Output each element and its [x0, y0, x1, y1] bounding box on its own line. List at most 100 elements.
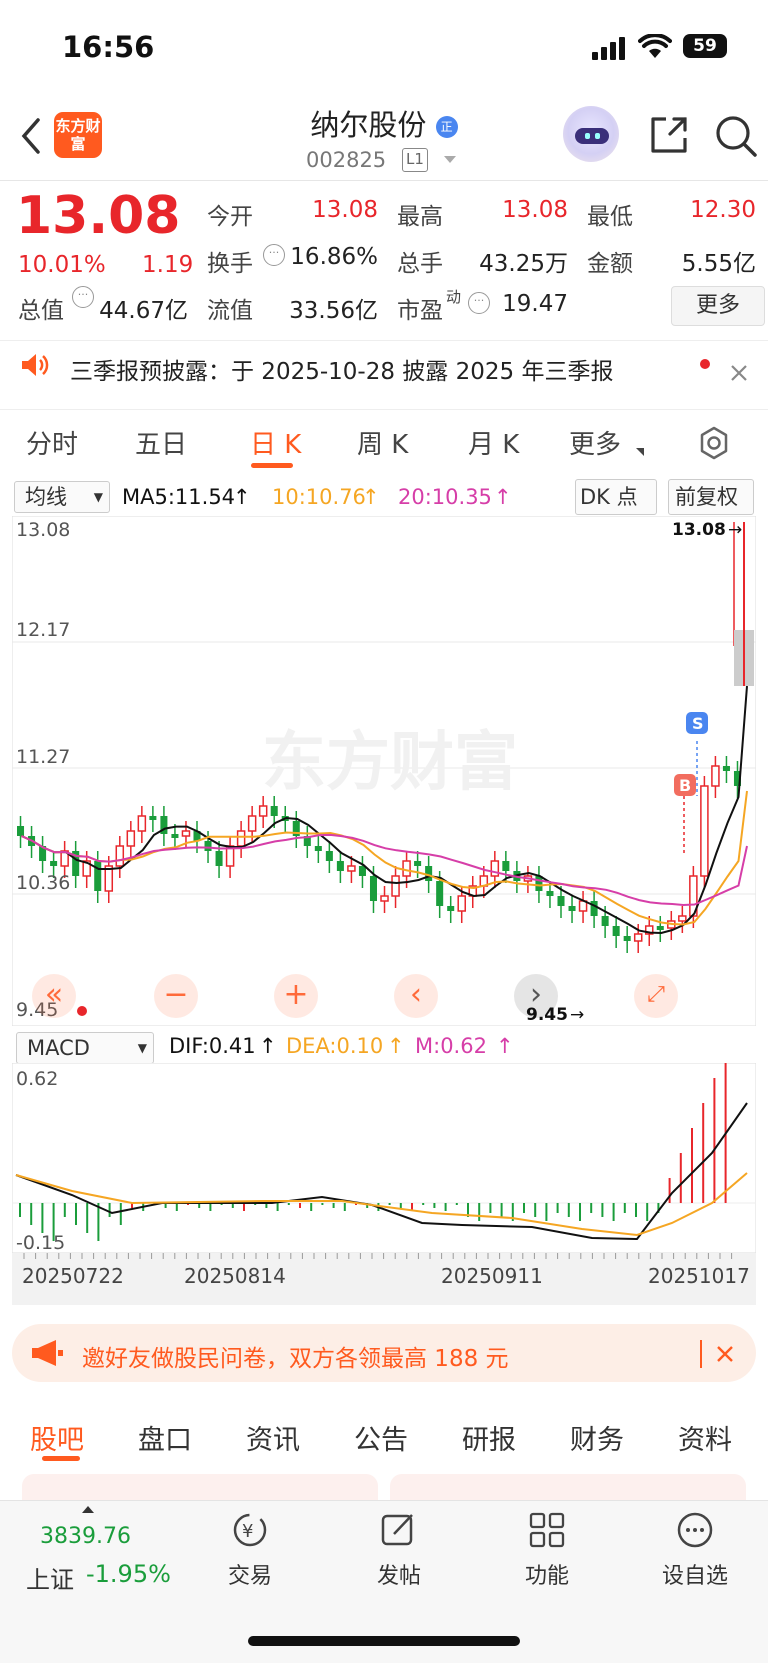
m-arrow-icon: ↑: [496, 1034, 514, 1058]
megaphone-icon: [32, 1340, 63, 1366]
m-legend: M:0.62: [415, 1034, 487, 1058]
nav-trade[interactable]: 交易: [195, 1558, 305, 1590]
card-peek-left: [22, 1474, 378, 1500]
zoom-out-button[interactable]: −: [154, 974, 198, 1018]
market-cap-label: 总值: [18, 298, 64, 324]
tab-news[interactable]: 资讯: [246, 1418, 300, 1457]
min-marker-arrow: →: [570, 1005, 584, 1025]
buy-signal-label: B: [679, 776, 691, 795]
candle-up: [700, 785, 709, 877]
banner-close-icon[interactable]: [716, 1345, 734, 1363]
float-cap-label: 流值: [207, 298, 253, 324]
candle-down: [502, 861, 510, 871]
candle-down: [590, 901, 598, 916]
tab-daily-k[interactable]: 日 K: [250, 424, 301, 461]
candle-up: [247, 815, 257, 832]
tab-research[interactable]: 研报: [462, 1418, 516, 1457]
candle-down: [215, 851, 223, 866]
candle-up: [137, 815, 147, 832]
nav-add-watchlist[interactable]: 设自选: [640, 1558, 750, 1590]
change-amount: 1.19: [142, 252, 194, 278]
macd-chart[interactable]: 0.62 -0.15: [12, 1063, 756, 1253]
tab-weekly-k[interactable]: 周 K: [357, 424, 408, 461]
dk-point-label: DK 点: [580, 485, 638, 509]
candle-up: [258, 805, 268, 817]
close-icon[interactable]: [730, 364, 748, 382]
nav-post[interactable]: 发帖: [344, 1558, 454, 1590]
functions-icon[interactable]: [527, 1510, 567, 1550]
indicator-select[interactable]: 均线 ▼: [14, 481, 110, 513]
candle-down: [17, 826, 25, 836]
stock-name-text: 纳尔股份: [310, 108, 427, 142]
unread-dot: [700, 359, 710, 369]
candle-down: [369, 876, 377, 901]
price-axis-top: 13.08: [16, 519, 70, 541]
candle-down: [94, 861, 102, 891]
search-icon[interactable]: [714, 114, 758, 158]
more-quote-button[interactable]: 更多: [671, 286, 765, 326]
tab-guba[interactable]: 股吧: [30, 1418, 84, 1457]
candle-down: [612, 926, 620, 936]
index-value[interactable]: 3839.76: [40, 1524, 131, 1549]
volume-value: 43.25万: [479, 251, 568, 277]
signal-icon: [592, 37, 625, 60]
pe-value: 19.47: [502, 291, 568, 317]
post-icon[interactable]: [379, 1510, 419, 1550]
tab-announcements[interactable]: 公告: [354, 1418, 408, 1457]
tab-profile[interactable]: 资料: [678, 1418, 732, 1457]
chevron-down-icon[interactable]: [444, 156, 456, 163]
tab-five-day[interactable]: 五日: [135, 424, 187, 461]
price-axis-l2: 12.17: [16, 619, 70, 641]
open-value: 13.08: [312, 197, 378, 223]
low-label: 最低: [587, 204, 633, 230]
divider: [0, 180, 768, 181]
ma5-legend: MA5:11.54: [122, 485, 236, 509]
card-peek-right: [390, 1474, 746, 1500]
date-ticks: [23, 1253, 733, 1259]
candle-down: [557, 896, 565, 906]
zoom-in-button[interactable]: +: [274, 974, 318, 1018]
expand-icon[interactable]: ⤢: [634, 974, 678, 1018]
promo-text[interactable]: 邀好友做股民问卷，双方各领最高 188 元: [82, 1339, 509, 1373]
active-tab-indicator: [251, 463, 293, 468]
svg-text:¥: ¥: [242, 1521, 253, 1542]
kline-chart[interactable]: 东方财富 13.08 12.17 11.27 10.36 9.45 13.08 …: [12, 516, 756, 1026]
settings-icon[interactable]: [697, 426, 731, 460]
scroll-left-button[interactable]: ‹: [394, 974, 438, 1018]
ai-assistant-icon[interactable]: [563, 106, 619, 162]
scroll-left-fast-button[interactable]: «: [32, 974, 76, 1018]
wifi-icon: [638, 34, 672, 58]
notice-text[interactable]: 三季报预披露：于 2025-10-28 披露 2025 年三季报: [70, 352, 613, 386]
ma20-legend: 20:10.35: [398, 485, 492, 509]
candle-up: [391, 875, 400, 897]
dif-legend: DIF:0.41: [169, 1034, 256, 1058]
nav-functions[interactable]: 功能: [492, 1558, 602, 1590]
candle-up: [402, 860, 411, 877]
tab-intraday[interactable]: 分时: [26, 424, 78, 461]
index-change[interactable]: -1.95%: [86, 1560, 171, 1588]
index-name[interactable]: 上证: [26, 1560, 74, 1595]
candle-up: [490, 860, 500, 877]
macd-select-label: MACD: [27, 1036, 90, 1060]
pe-suffix: 动: [446, 288, 462, 306]
trade-icon[interactable]: ¥: [230, 1510, 270, 1550]
watermark: 东方财富: [262, 726, 518, 800]
candle-down: [171, 834, 179, 838]
macd-axis-bottom: -0.15: [16, 1232, 65, 1253]
tab-monthly-k[interactable]: 月 K: [468, 424, 519, 461]
macd-select[interactable]: MACD ▼: [16, 1032, 154, 1064]
dk-point-button[interactable]: DK 点: [575, 479, 657, 515]
last-price: 13.08: [16, 186, 181, 246]
info-icon[interactable]: ···: [468, 292, 490, 314]
adjust-button[interactable]: 前复权: [668, 479, 754, 515]
tab-finance[interactable]: 财务: [570, 1418, 624, 1457]
share-icon[interactable]: [648, 114, 690, 156]
dea-legend: DEA:0.10: [286, 1034, 384, 1058]
add-watchlist-icon[interactable]: [675, 1510, 715, 1550]
candle-down: [425, 866, 433, 881]
expand-up-icon[interactable]: [82, 1506, 94, 1513]
tab-pankou[interactable]: 盘口: [138, 1418, 192, 1457]
candle-down: [414, 861, 422, 866]
scroll-right-button[interactable]: ›: [514, 974, 558, 1018]
tab-more[interactable]: 更多: [569, 424, 621, 461]
